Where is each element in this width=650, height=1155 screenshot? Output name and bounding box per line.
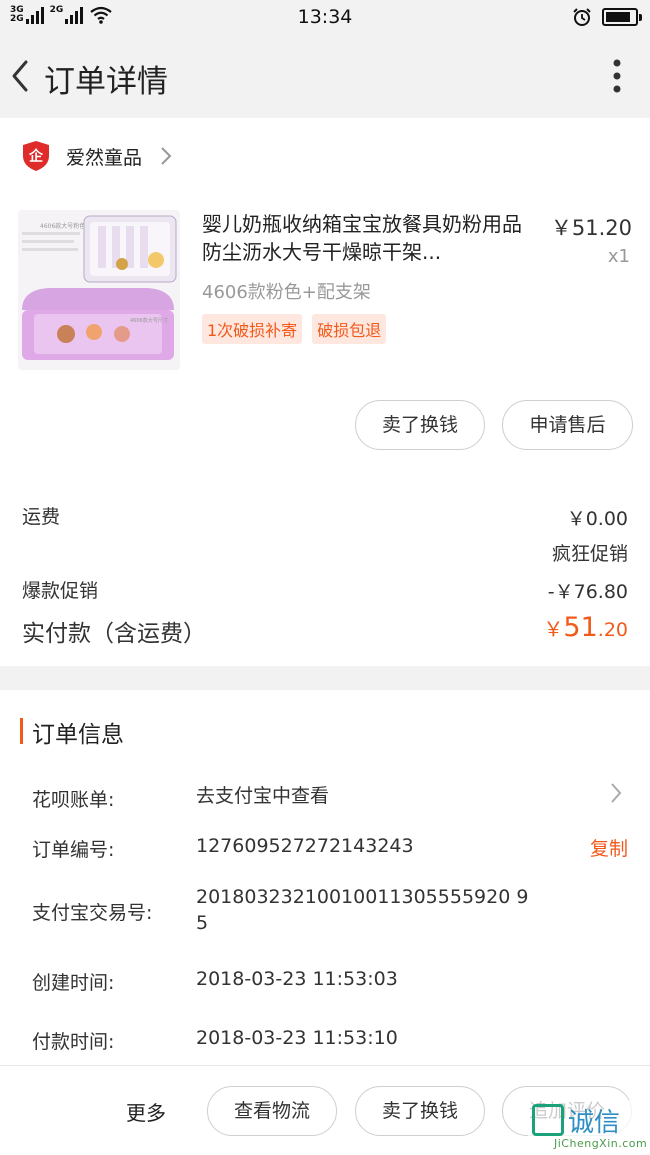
- paid-decimal: .20: [597, 619, 628, 641]
- alarm-icon: [573, 8, 591, 26]
- shop-logo-icon: 企: [23, 141, 49, 171]
- service-tag: 1次破损补寄: [202, 314, 303, 344]
- product-spec: 4606款粉色+配支架: [202, 282, 371, 303]
- chevron-right-icon: [161, 147, 172, 165]
- burst-promo-label: 爆款促销: [22, 580, 99, 602]
- shipping-label: 运费: [22, 506, 61, 528]
- chevron-right-icon[interactable]: [610, 782, 622, 804]
- service-tag: 破损包退: [312, 314, 387, 344]
- promo-name: 疯狂促销: [551, 543, 628, 565]
- huabei-label: 花呗账单:: [32, 789, 115, 811]
- watermark-logo: 诚信 JiChengXin.com: [528, 1100, 648, 1152]
- sell-button[interactable]: 卖了换钱: [355, 400, 485, 450]
- navigation-bar: 订单详情: [0, 36, 650, 118]
- order-info-card: 订单信息 花呗账单: 去支付宝中查看 订单编号: 127609527272143…: [0, 690, 650, 1065]
- back-arrow-icon[interactable]: [6, 56, 36, 96]
- copy-button[interactable]: 复制: [590, 834, 628, 861]
- paid-time-value: 2018-03-23 11:53:10: [196, 1027, 398, 1049]
- battery-fill: [606, 12, 630, 22]
- product-image-caption-bottom: 4606款大号尺寸: [130, 317, 168, 324]
- order-number-label: 订单编号:: [32, 839, 115, 861]
- order-number-value: 127609527272143243: [196, 835, 414, 857]
- shop-name: 爱然童品: [66, 146, 143, 169]
- product-price: ￥51.20: [550, 216, 632, 240]
- product-illustration: 4606款大号粉色 4606款大号尺寸: [18, 210, 180, 370]
- product-image-caption-top: 4606款大号粉色: [40, 222, 85, 230]
- clock-time: 13:34: [297, 6, 353, 28]
- page-title: 订单详情: [44, 64, 168, 100]
- product-quantity: x1: [607, 246, 630, 267]
- more-button[interactable]: 更多: [126, 1097, 166, 1126]
- section-title: 订单信息: [32, 722, 124, 748]
- status-bar: 3G 2G 2G 13:34: [0, 0, 650, 36]
- paid-currency: ￥: [543, 617, 564, 641]
- paid-time-label: 付款时间:: [32, 1031, 115, 1053]
- created-time-value: 2018-03-23 11:53:03: [196, 968, 398, 990]
- section-accent-bar: [20, 718, 23, 744]
- more-vertical-icon[interactable]: [612, 58, 622, 94]
- battery-icon: [602, 8, 642, 26]
- shipping-value: ￥0.00: [566, 508, 628, 530]
- view-logistics-button[interactable]: 查看物流: [207, 1086, 337, 1136]
- created-time-label: 创建时间:: [32, 972, 115, 994]
- product-title[interactable]: 婴儿奶瓶收纳箱宝宝放餐具奶粉用品防尘沥水大号干燥晾干架...: [202, 210, 532, 266]
- order-summary-card: 企 爱然童品 4606款大号粉色 4606款大号尺寸 婴儿奶瓶收纳箱宝宝放餐具奶…: [0, 118, 650, 666]
- watermark-url: JiChengXin.com: [554, 1137, 648, 1150]
- alipay-number-line2: 5: [196, 912, 209, 934]
- alipay-number-value: 20180323210010011305555920 9 5: [196, 884, 528, 936]
- product-image[interactable]: 4606款大号粉色 4606款大号尺寸: [18, 210, 180, 370]
- burst-promo-value: -￥76.80: [547, 581, 628, 603]
- watermark-text: 诚信: [568, 1108, 621, 1138]
- huabei-link[interactable]: 去支付宝中查看: [196, 783, 329, 809]
- after-sale-button[interactable]: 申请售后: [502, 400, 633, 450]
- service-tags: 1次破损补寄 破损包退: [202, 314, 387, 344]
- paid-amount-label: 实付款（含运费）: [22, 621, 206, 647]
- alipay-number-line1: 20180323210010011305555920 9: [196, 886, 529, 908]
- watermark-box-icon: [532, 1104, 564, 1136]
- svg-text:企: 企: [28, 148, 44, 165]
- paid-amount-value: ￥51.20: [543, 612, 628, 643]
- sell-button-bottom[interactable]: 卖了换钱: [355, 1086, 485, 1136]
- status-right: [572, 7, 642, 27]
- paid-integer: 51: [563, 612, 598, 643]
- shop-row[interactable]: 企 爱然童品: [22, 140, 172, 172]
- alipay-number-label: 支付宝交易号:: [32, 902, 153, 924]
